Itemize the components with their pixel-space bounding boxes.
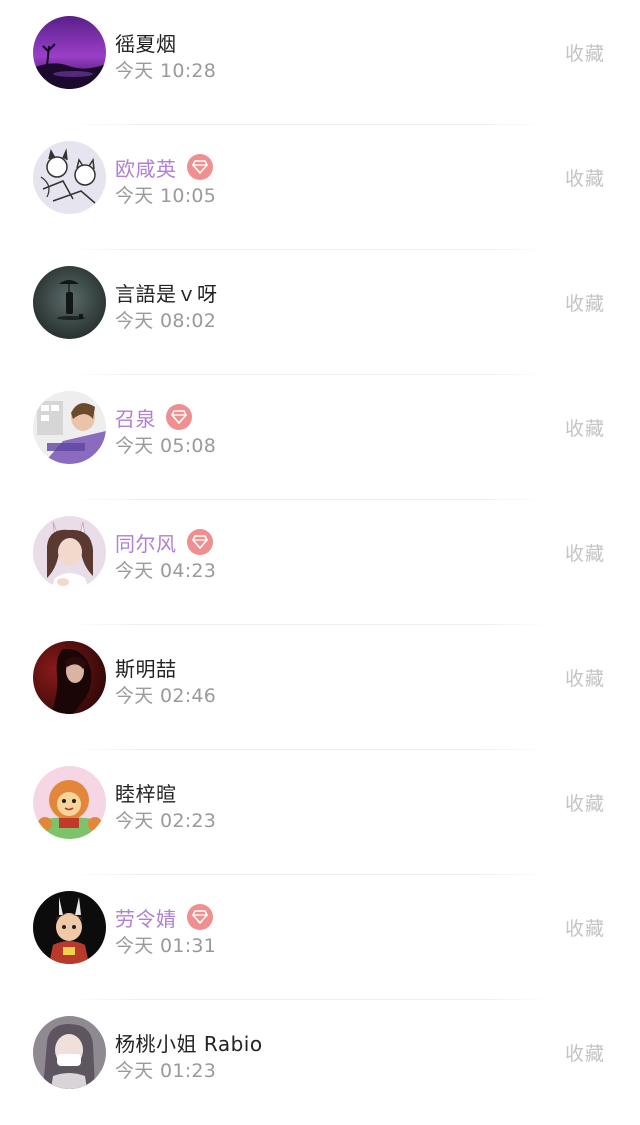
avatar[interactable] (33, 141, 106, 214)
name-line: 杨桃小姐 Rabio (115, 1027, 263, 1057)
name-line: 斯明喆 (115, 652, 177, 682)
avatar[interactable] (33, 891, 106, 964)
favorite-button[interactable]: 收藏 (565, 664, 605, 691)
user-name[interactable]: 言語是ｖ呀 (115, 278, 218, 307)
avatar[interactable] (33, 641, 106, 714)
favorite-button[interactable]: 收藏 (565, 914, 605, 941)
name-line: 睦梓暄 (115, 777, 177, 807)
vip-diamond-icon (186, 529, 213, 555)
user-name[interactable]: 睦梓暄 (115, 778, 177, 807)
avatar[interactable] (33, 16, 106, 89)
vip-diamond-icon (166, 404, 192, 430)
list-item[interactable]: 言語是ｖ呀 今天 08:02 收藏 (0, 250, 640, 375)
visit-time: 今天 10:05 (115, 185, 217, 207)
list-item[interactable]: 召泉 今天 05:08 收藏 (0, 375, 640, 500)
avatar[interactable] (33, 391, 106, 464)
user-name[interactable]: 欧咸英 (115, 153, 177, 182)
name-line: 欧咸英 (115, 152, 213, 182)
list-item[interactable]: 斯明喆 今天 02:46 收藏 (0, 625, 640, 750)
favorite-button[interactable]: 收藏 (565, 289, 605, 316)
visit-time: 今天 02:46 (115, 685, 217, 707)
avatar[interactable] (33, 266, 106, 339)
name-line: 言語是ｖ呀 (115, 277, 218, 307)
avatar[interactable] (33, 516, 106, 589)
favorite-button[interactable]: 收藏 (565, 539, 605, 566)
visit-time: 今天 10:28 (115, 60, 217, 82)
list-item[interactable]: 同尔风 今天 04:23 收藏 (0, 500, 640, 625)
visit-time: 今天 01:31 (115, 935, 217, 957)
vip-diamond-icon (186, 904, 213, 930)
user-name[interactable]: 斯明喆 (115, 653, 177, 682)
favorite-button[interactable]: 收藏 (565, 39, 605, 66)
avatar[interactable] (33, 1016, 106, 1089)
favorite-button[interactable]: 收藏 (565, 1039, 605, 1066)
name-line: 徭夏烟 (115, 27, 177, 57)
user-name[interactable]: 徭夏烟 (115, 28, 177, 57)
vip-diamond-icon (186, 154, 213, 180)
visit-time: 今天 08:02 (115, 310, 217, 332)
list-item[interactable]: 劳令婧 今天 01:31 收藏 (0, 875, 640, 1000)
user-name[interactable]: 劳令婧 (115, 903, 177, 932)
favorite-button[interactable]: 收藏 (565, 164, 605, 191)
name-line: 同尔风 (115, 527, 213, 557)
visitor-list: 徭夏烟 今天 10:28 收藏 欧咸英 今天 10:05 收藏 言語是ｖ呀 今天… (0, 0, 640, 1125)
favorite-button[interactable]: 收藏 (565, 789, 605, 816)
list-item[interactable]: 徭夏烟 今天 10:28 收藏 (0, 0, 640, 125)
visit-time: 今天 02:23 (115, 810, 217, 832)
user-name[interactable]: 召泉 (115, 403, 156, 432)
name-line: 召泉 (115, 402, 192, 432)
list-item[interactable]: 睦梓暄 今天 02:23 收藏 (0, 750, 640, 875)
user-name[interactable]: 杨桃小姐 Rabio (115, 1028, 263, 1057)
list-item[interactable]: 欧咸英 今天 10:05 收藏 (0, 125, 640, 250)
list-item[interactable]: 杨桃小姐 Rabio 今天 01:23 收藏 (0, 1000, 640, 1125)
visit-time: 今天 05:08 (115, 435, 217, 457)
name-line: 劳令婧 (115, 902, 213, 932)
favorite-button[interactable]: 收藏 (565, 414, 605, 441)
avatar[interactable] (33, 766, 106, 839)
user-name[interactable]: 同尔风 (115, 528, 177, 557)
visit-time: 今天 01:23 (115, 1060, 217, 1082)
visit-time: 今天 04:23 (115, 560, 217, 582)
